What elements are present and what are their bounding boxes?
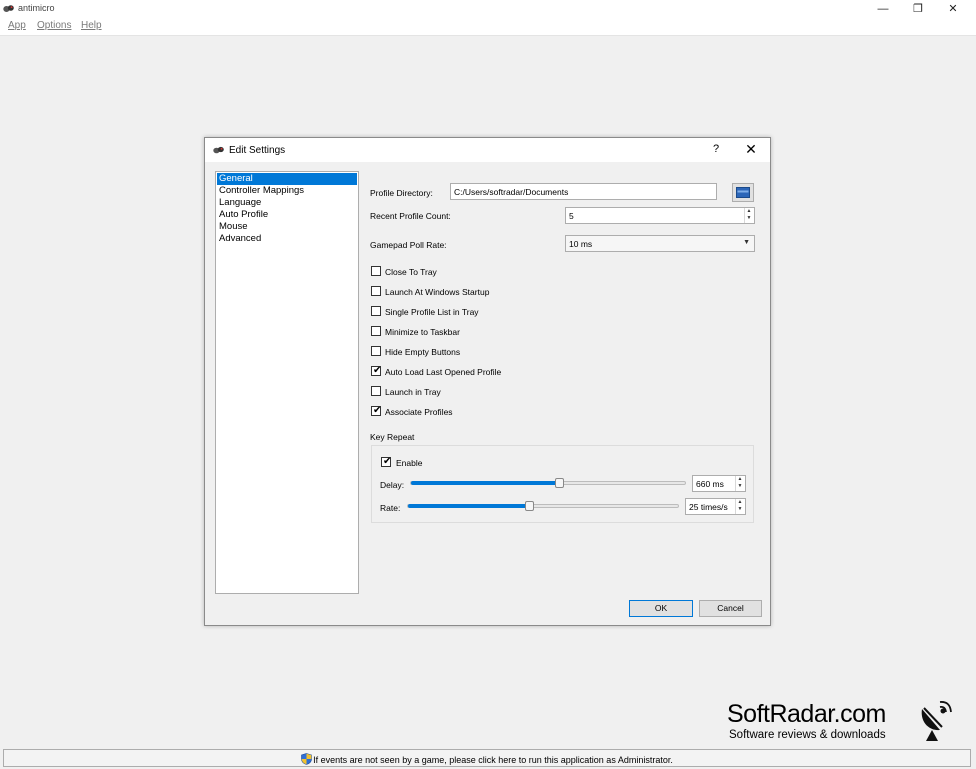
category-advanced[interactable]: Advanced	[217, 233, 357, 245]
spin-up-icon[interactable]: ▲	[736, 476, 744, 483]
window-titlebar: antimicro — ❐ ✕	[0, 0, 976, 18]
status-message-text: If events are not seen by a game, please…	[313, 755, 673, 765]
launch-at-windows-startup-checkbox[interactable]	[371, 286, 381, 296]
spin-arrows[interactable]: ▲ ▼	[744, 208, 753, 223]
category-general[interactable]: General	[217, 173, 357, 185]
hide-empty-buttons-label: Hide Empty Buttons	[385, 347, 461, 357]
minimize-button[interactable]: —	[876, 2, 890, 16]
enable-checkbox[interactable]: ✔	[381, 456, 392, 467]
check-mark-icon: ✔	[373, 365, 382, 376]
single-profile-list-in-tray-label: Single Profile List in Tray	[385, 307, 479, 317]
delay-slider[interactable]	[410, 481, 686, 485]
rate-slider-handle[interactable]	[525, 501, 535, 511]
category-mouse[interactable]: Mouse	[217, 221, 357, 233]
spin-down-icon[interactable]: ▼	[736, 506, 744, 513]
single-profile-list-in-tray-checkbox[interactable]	[371, 306, 381, 316]
ok-button[interactable]: OK	[629, 600, 693, 617]
gamepad-poll-rate-dropdown[interactable]: 10 ms ▼	[565, 235, 755, 252]
cancel-button[interactable]: Cancel	[699, 600, 762, 617]
check-mark-icon: ✔	[383, 456, 392, 467]
key-repeat-group: ✔ Enable Delay: 660 ms ▲ ▼ Rate: 25 times…	[371, 445, 754, 523]
launch-at-windows-startup-label: Launch At Windows Startup	[385, 287, 490, 297]
recent-profile-count-value: 5	[569, 211, 574, 221]
profile-directory-label: Profile Directory:	[370, 188, 433, 198]
menu-bar: App Options Help	[0, 18, 976, 36]
gamepad-poll-rate-value: 10 ms	[569, 239, 593, 249]
rate-label: Rate:	[380, 503, 401, 513]
close-dialog-button[interactable]: ✕	[743, 141, 759, 158]
spin-up-icon[interactable]: ▲	[745, 208, 753, 215]
rate-spinbox[interactable]: 25 times/s ▲ ▼	[685, 498, 746, 515]
delay-slider-handle[interactable]	[555, 478, 565, 488]
delay-value: 660 ms	[696, 479, 724, 489]
watermark-tagline: Software reviews & downloads	[729, 729, 886, 741]
help-button[interactable]: ?	[709, 143, 723, 155]
edit-settings-dialog: Edit Settings ? ✕ General Controller Map…	[204, 137, 771, 626]
chevron-down-icon: ▼	[743, 239, 750, 246]
launch-in-tray-label: Launch in Tray	[385, 387, 441, 397]
folder-icon	[736, 187, 750, 198]
associate-profiles-checkbox[interactable]: ✔	[371, 405, 382, 416]
browse-folder-button[interactable]	[732, 183, 754, 202]
category-auto-profile[interactable]: Auto Profile	[217, 209, 357, 221]
dialog-titlebar: Edit Settings ? ✕	[205, 138, 770, 162]
auto-load-last-opened-profile-checkbox[interactable]: ✔	[371, 365, 382, 376]
spin-arrows[interactable]: ▲ ▼	[735, 499, 744, 514]
enable-label: Enable	[396, 458, 423, 468]
close-to-tray-label: Close To Tray	[385, 267, 437, 277]
delay-spinbox[interactable]: 660 ms ▲ ▼	[692, 475, 746, 492]
category-controller-mappings[interactable]: Controller Mappings	[217, 185, 357, 197]
menu-help[interactable]: Help	[81, 20, 102, 31]
close-to-tray-checkbox[interactable]	[371, 266, 381, 276]
category-language[interactable]: Language	[217, 197, 357, 209]
auto-load-last-opened-profile-label: Auto Load Last Opened Profile	[385, 367, 502, 377]
gamepad-icon	[213, 146, 224, 154]
delay-label: Delay:	[380, 480, 405, 490]
status-message[interactable]: If events are not seen by a game, please…	[4, 753, 970, 765]
associate-profiles-label: Associate Profiles	[385, 407, 453, 417]
profile-directory-input[interactable]: C:/Users/softradar/Documents	[450, 183, 717, 200]
dialog-title: Edit Settings	[229, 145, 286, 156]
hide-empty-buttons-checkbox[interactable]	[371, 346, 381, 356]
rate-slider-fill	[408, 504, 531, 508]
menu-options[interactable]: Options	[37, 20, 71, 31]
recent-profile-count-spinbox[interactable]: 5 ▲ ▼	[565, 207, 755, 224]
launch-in-tray-checkbox[interactable]	[371, 386, 381, 396]
admin-status-bar[interactable]: If events are not seen by a game, please…	[3, 749, 971, 767]
spin-up-icon[interactable]: ▲	[736, 499, 744, 506]
uac-shield-icon	[301, 753, 312, 765]
spin-arrows[interactable]: ▲ ▼	[735, 476, 744, 491]
gamepad-icon	[3, 5, 14, 12]
profile-directory-value: C:/Users/softradar/Documents	[454, 187, 569, 197]
minimize-to-taskbar-checkbox[interactable]	[371, 326, 381, 336]
rate-slider[interactable]	[407, 504, 679, 508]
watermark-name: SoftRadar.com	[727, 700, 886, 728]
window-title: antimicro	[18, 3, 55, 13]
key-repeat-title: Key Repeat	[370, 432, 415, 442]
check-mark-icon: ✔	[373, 405, 382, 416]
delay-slider-fill	[411, 481, 561, 485]
settings-category-list: General Controller Mappings Language Aut…	[215, 171, 359, 594]
close-window-button[interactable]: ✕	[946, 2, 960, 16]
spin-down-icon[interactable]: ▼	[736, 483, 744, 490]
gamepad-poll-rate-label: Gamepad Poll Rate:	[370, 240, 447, 250]
satellite-dish-icon	[921, 701, 952, 741]
restore-button[interactable]: ❐	[911, 2, 925, 16]
minimize-to-taskbar-label: Minimize to Taskbar	[385, 327, 460, 337]
menu-app[interactable]: App	[8, 20, 26, 31]
spin-down-icon[interactable]: ▼	[745, 215, 753, 222]
rate-value: 25 times/s	[689, 502, 728, 512]
recent-profile-count-label: Recent Profile Count:	[370, 211, 451, 221]
